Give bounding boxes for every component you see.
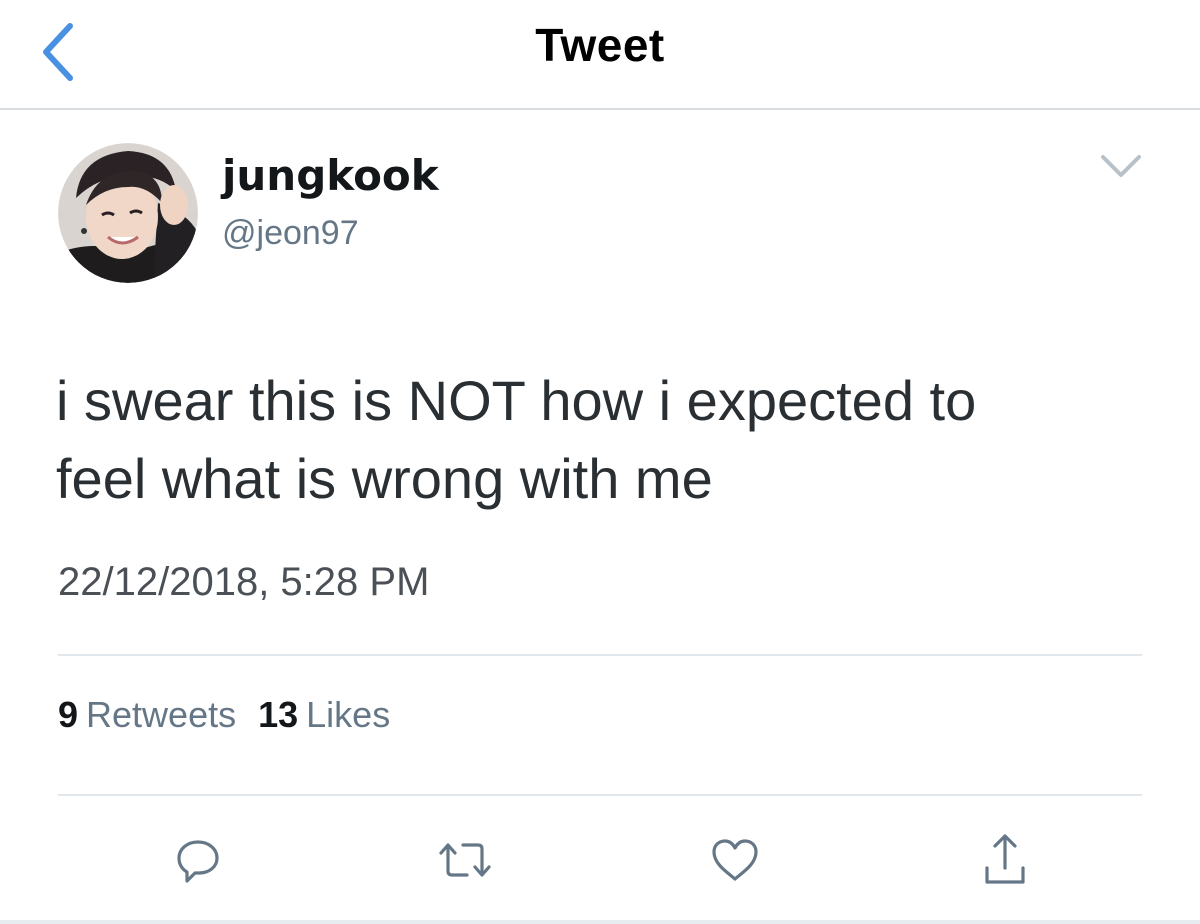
tweet-text-line: feel what is wrong with me	[56, 447, 713, 510]
page-title: Tweet	[535, 19, 665, 71]
retweets-stat[interactable]: 9 Retweets	[58, 694, 236, 736]
like-button[interactable]	[700, 825, 770, 895]
likes-count: 13	[258, 694, 299, 735]
divider	[58, 794, 1142, 796]
retweets-count: 9	[58, 694, 79, 735]
avatar[interactable]	[58, 143, 198, 283]
share-icon	[985, 834, 1025, 884]
tweet-timestamp: 22/12/2018, 5:28 PM	[58, 560, 430, 604]
nav-header: Tweet	[0, 0, 1200, 110]
bottom-border	[0, 920, 1200, 924]
tweet-text-line: i swear this is NOT how i expected to	[56, 369, 977, 432]
share-button[interactable]	[970, 825, 1040, 895]
heart-icon	[712, 839, 758, 881]
tweet-action-bar	[0, 825, 1200, 895]
likes-label: Likes	[306, 694, 391, 735]
tweet-stats: 9 Retweets 13 Likes	[58, 694, 390, 736]
divider	[58, 654, 1142, 656]
profile-photo	[58, 143, 198, 283]
retweet-icon	[439, 843, 491, 877]
author-handle[interactable]: @jeon97	[222, 214, 359, 253]
author-display-name[interactable]: jungkook	[222, 151, 439, 200]
tweet-detail-screen: Tweet jungkook @jeon97 i swear this is N…	[0, 0, 1200, 924]
reply-button[interactable]	[163, 825, 233, 895]
tweet-options-button[interactable]	[1096, 148, 1146, 184]
retweets-label: Retweets	[86, 694, 237, 735]
likes-stat[interactable]: 13 Likes	[258, 694, 390, 736]
tweet-text: i swear this is NOT how i expected to fe…	[56, 362, 1156, 518]
retweet-button[interactable]	[430, 825, 500, 895]
reply-icon	[177, 840, 219, 883]
chevron-down-icon	[1101, 155, 1141, 177]
